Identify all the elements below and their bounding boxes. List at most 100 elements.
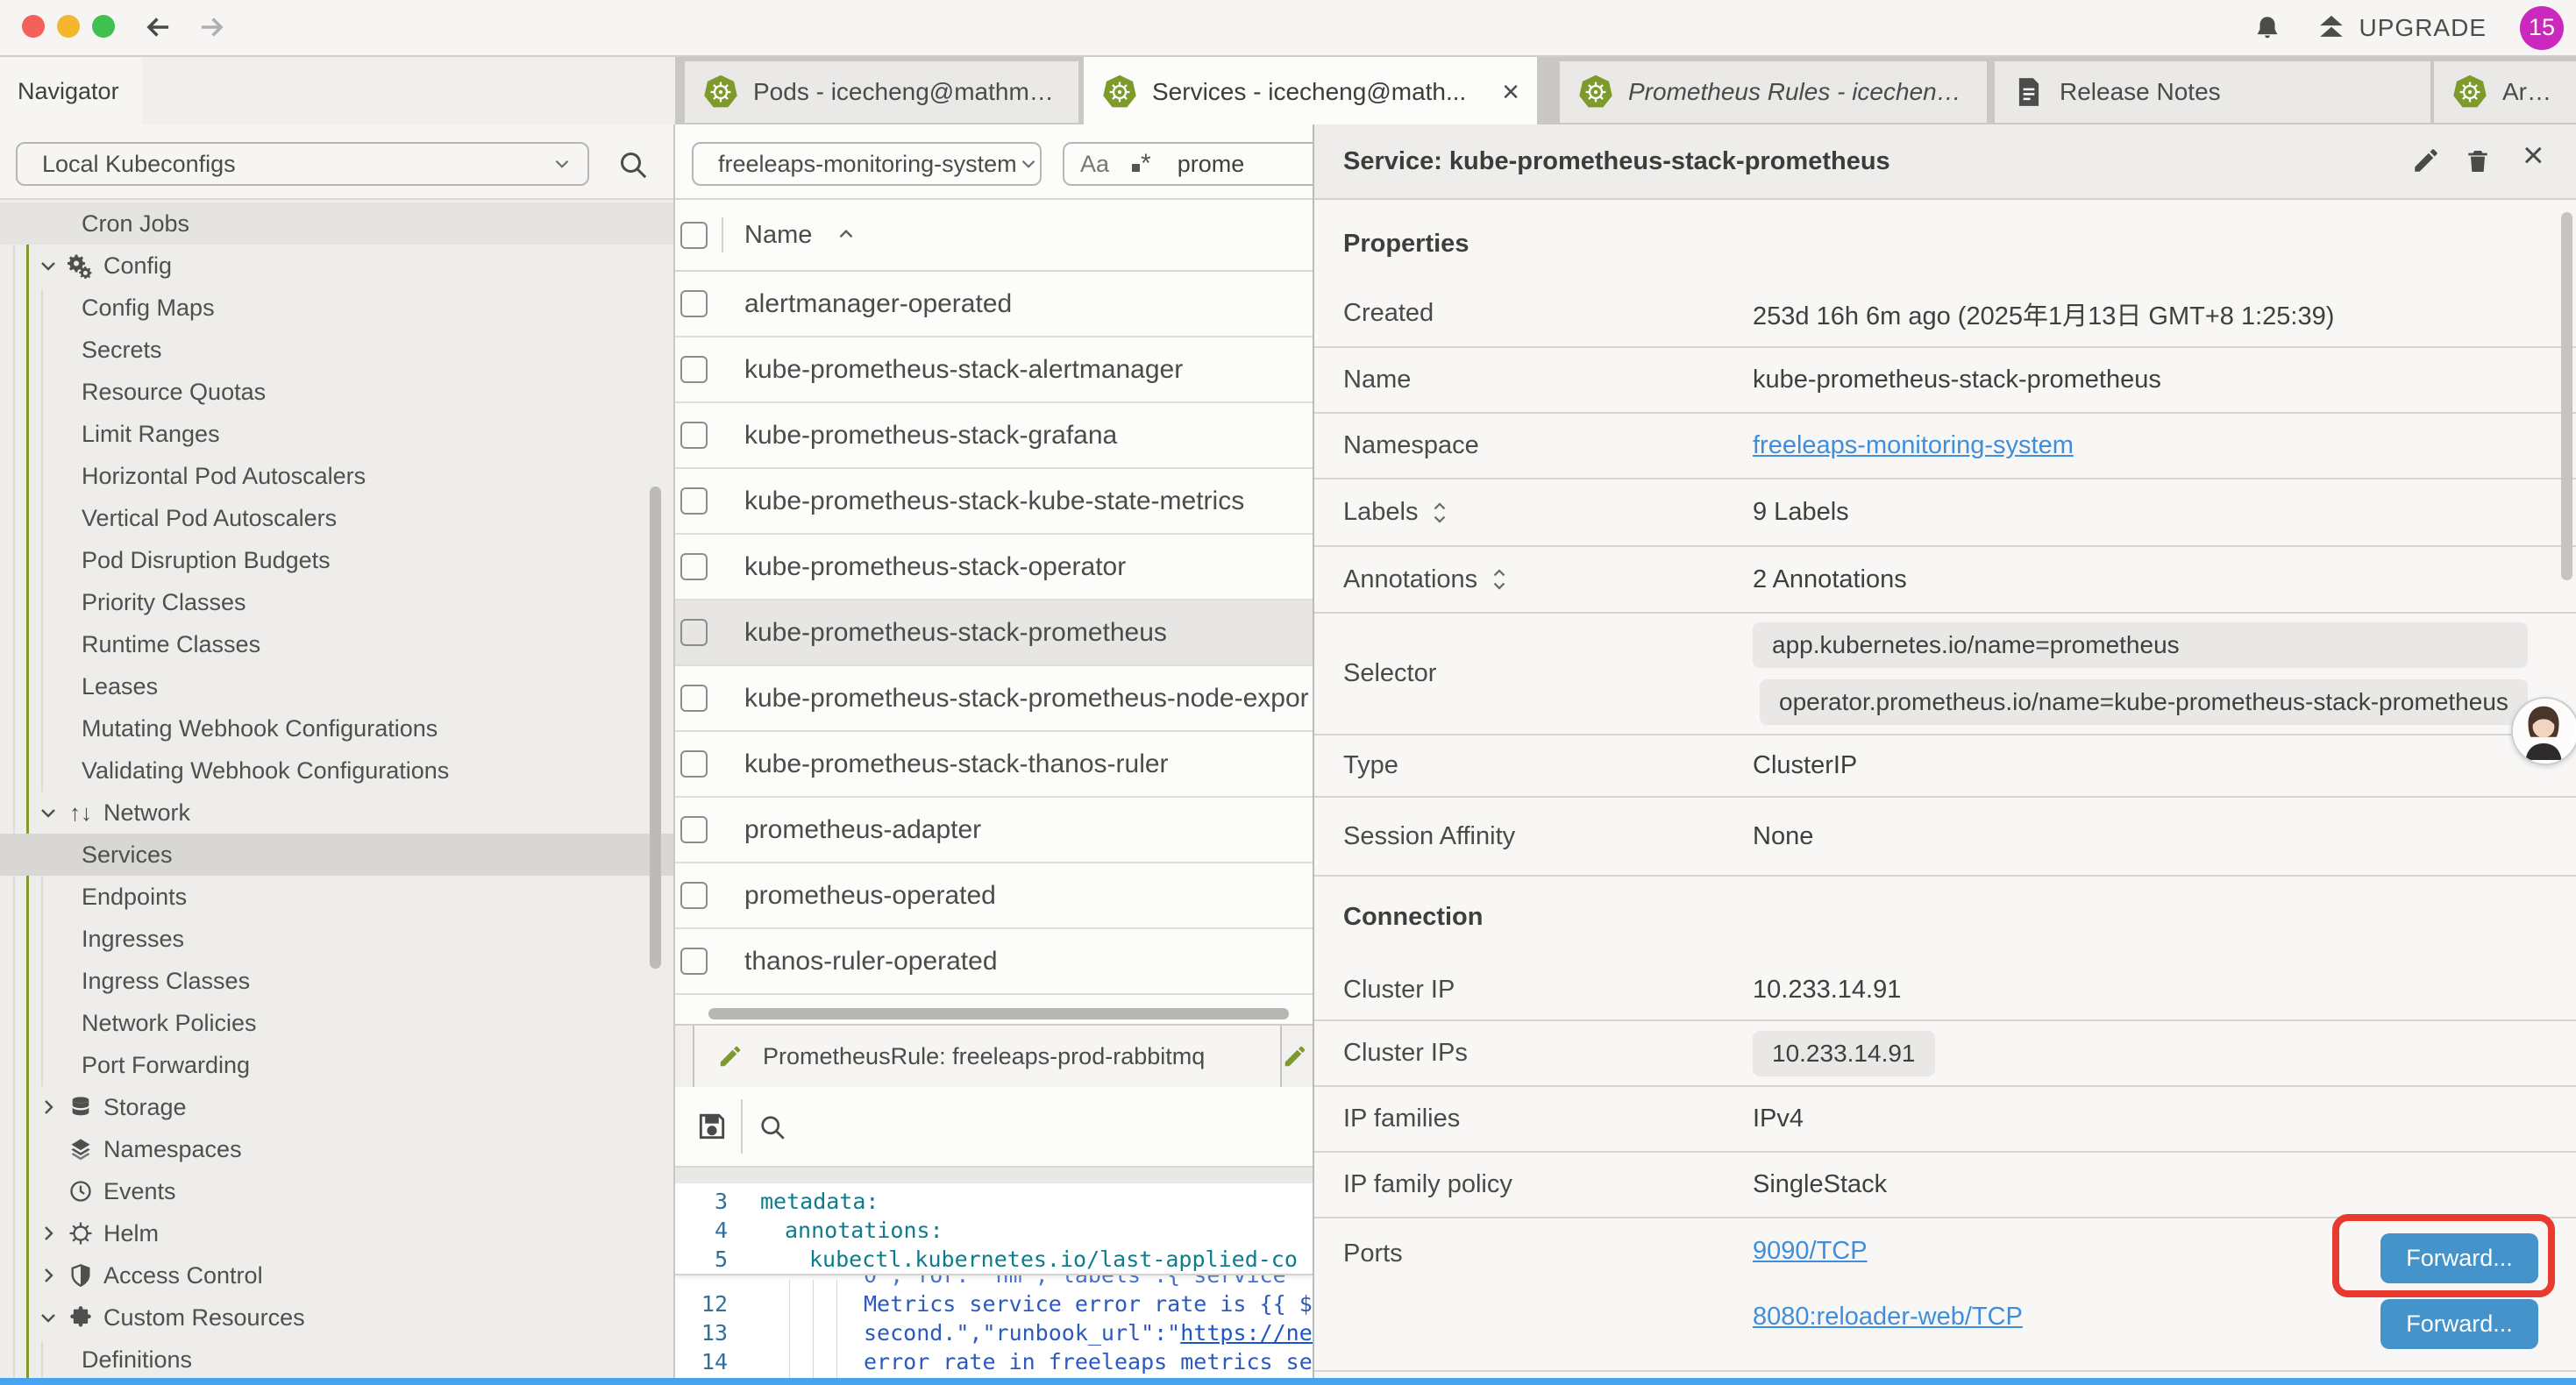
table-row[interactable]: kube-prometheus-stack-alertmanager xyxy=(675,337,1313,403)
tab-pods[interactable]: Pods - icecheng@mathmas... xyxy=(685,61,1078,123)
code-line: metadata: xyxy=(760,1189,879,1214)
save-icon[interactable] xyxy=(695,1110,729,1143)
editor-tab-partial[interactable] xyxy=(1282,1026,1313,1087)
tab-navigator[interactable]: Navigator xyxy=(0,57,142,126)
sidebar-item-mutating-webhook-configurations[interactable]: Mutating Webhook Configurations xyxy=(0,707,673,749)
chevron-right-icon[interactable] xyxy=(37,1265,60,1286)
row-checkbox[interactable] xyxy=(680,422,708,449)
table-row[interactable]: thanos-ruler-operated xyxy=(675,929,1313,995)
table-row[interactable]: alertmanager-operated xyxy=(675,272,1313,337)
tab-prometheus-rules[interactable]: Prometheus Rules - icecheng... xyxy=(1560,61,1987,123)
row-checkbox[interactable] xyxy=(680,356,708,383)
chevron-down-icon[interactable] xyxy=(37,255,60,276)
close-drawer-icon[interactable]: × xyxy=(2523,137,2544,174)
row-checkbox[interactable] xyxy=(680,948,708,975)
namespace-link[interactable]: freeleaps-monitoring-system xyxy=(1753,431,2074,460)
minimize-window-icon[interactable] xyxy=(57,15,80,38)
select-all-checkbox[interactable] xyxy=(680,222,708,249)
chevron-down-icon[interactable] xyxy=(37,1307,60,1328)
sidebar-group-config[interactable]: Config xyxy=(0,245,673,287)
sidebar-item-endpoints[interactable]: Endpoints xyxy=(0,876,673,918)
name-column-header[interactable]: Name xyxy=(744,221,812,250)
sidebar-item-vertical-pod-autoscalers[interactable]: Vertical Pod Autoscalers xyxy=(0,497,673,539)
sidebar-item-config-maps[interactable]: Config Maps xyxy=(0,287,673,329)
sidebar-item-limit-ranges[interactable]: Limit Ranges xyxy=(0,413,673,455)
table-row-selected[interactable]: kube-prometheus-stack-prometheus xyxy=(675,600,1313,666)
sidebar-item-network-policies[interactable]: Network Policies xyxy=(0,1002,673,1044)
table-row[interactable]: prometheus-adapter xyxy=(675,798,1313,863)
table-row[interactable]: kube-prometheus-stack-kube-state-metrics xyxy=(675,469,1313,535)
editor-search-icon[interactable] xyxy=(757,1112,788,1143)
sidebar-item-services[interactable]: Services xyxy=(0,834,673,876)
sidebar-item-ingress-classes[interactable]: Ingress Classes xyxy=(0,960,673,1002)
row-checkbox[interactable] xyxy=(680,487,708,515)
row-checkbox[interactable] xyxy=(680,553,708,580)
tab-argo[interactable]: Argo Se xyxy=(2434,61,2576,123)
port-link-8080[interactable]: 8080:reloader-web/TCP xyxy=(1753,1303,2023,1332)
sidebar-item-definitions[interactable]: Definitions xyxy=(0,1339,673,1381)
row-checkbox[interactable] xyxy=(680,685,708,712)
sidebar-item-priority-classes[interactable]: Priority Classes xyxy=(0,581,673,623)
table-row[interactable]: kube-prometheus-stack-thanos-ruler xyxy=(675,732,1313,798)
forward-port-button[interactable]: Forward... xyxy=(2380,1299,2538,1349)
yaml-editor[interactable]: 3metadata: 4annotations: 5kubectl.kubern… xyxy=(675,1183,1313,1378)
notification-count-badge[interactable]: 15 xyxy=(2520,6,2564,50)
sidebar-group-helm[interactable]: Helm xyxy=(0,1212,673,1254)
sort-ascending-icon[interactable] xyxy=(835,224,857,246)
edit-pencil-icon[interactable] xyxy=(2411,146,2441,175)
chevron-right-icon[interactable] xyxy=(37,1097,60,1118)
expand-collapse-icon[interactable] xyxy=(1430,500,1449,526)
delete-trash-icon[interactable] xyxy=(2464,146,2492,177)
sidebar-group-access-control[interactable]: Access Control xyxy=(0,1254,673,1296)
back-arrow-icon[interactable] xyxy=(142,11,175,44)
chevron-right-icon[interactable] xyxy=(37,1223,60,1244)
sidebar-item-port-forwarding[interactable]: Port Forwarding xyxy=(0,1044,673,1086)
notifications-bell-icon[interactable] xyxy=(2252,13,2282,43)
runbook-url-link[interactable]: https://net xyxy=(1180,1320,1313,1346)
port-link-9090[interactable]: 9090/TCP xyxy=(1753,1237,1868,1266)
chevron-down-icon[interactable] xyxy=(37,802,60,823)
drawer-scrollbar[interactable] xyxy=(2561,212,2572,580)
avatar[interactable] xyxy=(2511,697,2576,765)
sidebar-item-namespaces[interactable]: Namespaces xyxy=(0,1128,673,1170)
regex-toggle[interactable]: * xyxy=(1132,149,1151,179)
list-search-input[interactable]: Aa * prome xyxy=(1063,142,1313,186)
upgrade-button[interactable]: UPGRADE xyxy=(2316,13,2487,43)
sidebar-group-storage[interactable]: Storage xyxy=(0,1086,673,1128)
horizontal-scrollbar[interactable] xyxy=(708,1008,1289,1019)
sidebar-item-events[interactable]: Events xyxy=(0,1170,673,1212)
sidebar-group-network[interactable]: ↑↓ Network xyxy=(0,792,673,834)
close-window-icon[interactable] xyxy=(22,15,45,38)
sidebar-item-resource-quotas[interactable]: Resource Quotas xyxy=(0,371,673,413)
sidebar-item-secrets[interactable]: Secrets xyxy=(0,329,673,371)
table-row[interactable]: kube-prometheus-stack-grafana xyxy=(675,403,1313,469)
tab-services[interactable]: Services - icecheng@math... × xyxy=(1084,57,1537,126)
match-case-toggle[interactable]: Aa xyxy=(1080,151,1109,178)
forward-arrow-icon[interactable] xyxy=(195,11,228,44)
sidebar-item-horizontal-pod-autoscalers[interactable]: Horizontal Pod Autoscalers xyxy=(0,455,673,497)
sidebar-group-custom-resources[interactable]: Custom Resources xyxy=(0,1296,673,1339)
sidebar-scrollbar[interactable] xyxy=(650,487,661,969)
sidebar-item-validating-webhook-configurations[interactable]: Validating Webhook Configurations xyxy=(0,749,673,792)
tab-release-notes[interactable]: Release Notes xyxy=(1995,61,2430,123)
sidebar-item-cron-jobs[interactable]: Cron Jobs xyxy=(0,202,673,245)
table-row[interactable]: prometheus-operated xyxy=(675,863,1313,929)
close-tab-icon[interactable]: × xyxy=(1484,77,1519,107)
sidebar-item-ingresses[interactable]: Ingresses xyxy=(0,918,673,960)
row-checkbox[interactable] xyxy=(680,290,708,317)
zoom-window-icon[interactable] xyxy=(92,15,115,38)
row-checkbox[interactable] xyxy=(680,882,708,909)
row-checkbox[interactable] xyxy=(680,750,708,778)
editor-tab-prometheusrule[interactable]: PrometheusRule: freeleaps-prod-rabbitmq xyxy=(693,1026,1282,1087)
namespace-select[interactable]: freeleaps-monitoring-system xyxy=(692,142,1042,186)
sidebar-search-icon[interactable] xyxy=(616,147,651,182)
kubeconfig-select[interactable]: Local Kubeconfigs xyxy=(16,142,589,186)
sidebar-item-leases[interactable]: Leases xyxy=(0,665,673,707)
sidebar-item-pod-disruption-budgets[interactable]: Pod Disruption Budgets xyxy=(0,539,673,581)
sidebar-item-runtime-classes[interactable]: Runtime Classes xyxy=(0,623,673,665)
row-checkbox[interactable] xyxy=(680,619,708,646)
expand-collapse-icon[interactable] xyxy=(1490,566,1509,593)
table-row[interactable]: kube-prometheus-stack-operator xyxy=(675,535,1313,600)
table-row[interactable]: kube-prometheus-stack-prometheus-node-ex… xyxy=(675,666,1313,732)
row-checkbox[interactable] xyxy=(680,816,708,843)
